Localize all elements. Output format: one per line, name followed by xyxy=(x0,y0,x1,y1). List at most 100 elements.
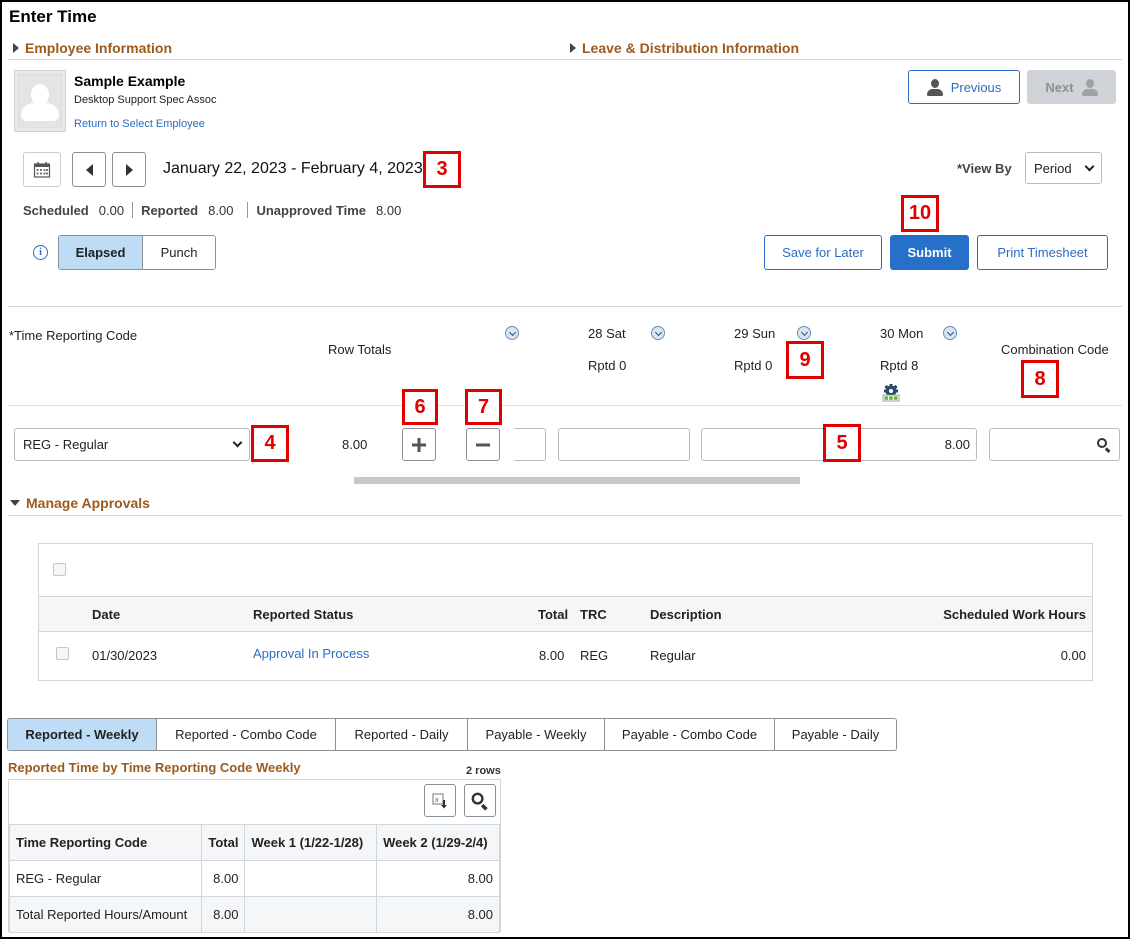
annotation-marker: 3 xyxy=(423,151,461,188)
trc-column-header: *Time Reporting Code xyxy=(9,328,138,343)
row-count: 2 rows xyxy=(466,765,501,777)
annotation-marker: 9 xyxy=(786,341,824,379)
view-by-select[interactable]: Period xyxy=(1025,152,1102,184)
weekly-grid: x Time Reporting Code Total Week 1 (1/22… xyxy=(8,779,501,933)
row-checkbox[interactable] xyxy=(56,647,69,660)
reported-label: Reported xyxy=(141,202,199,218)
svg-text:x: x xyxy=(435,797,439,804)
col-total: Total xyxy=(538,607,569,622)
day-options-chevron-icon[interactable] xyxy=(943,326,957,340)
leave-distribution-label: Leave & Distribution Information xyxy=(582,40,800,56)
find-button[interactable] xyxy=(464,784,496,817)
cell-total: 8.00 xyxy=(201,896,246,933)
submit-button[interactable]: Submit xyxy=(890,235,969,270)
col-week-1: Week 1 (1/22-1/28) xyxy=(244,824,378,861)
print-timesheet-button[interactable]: Print Timesheet xyxy=(977,235,1108,270)
plus-icon xyxy=(412,437,426,452)
table-row-total: Total Reported Hours/Amount 8.00 8.00 xyxy=(8,896,500,933)
table-row: REG - Regular 8.00 8.00 xyxy=(8,860,500,897)
export-excel-button[interactable]: x xyxy=(424,784,456,817)
row-trc: REG xyxy=(580,648,609,663)
employee-information-toggle[interactable]: Employee Information xyxy=(13,40,172,56)
reported-status-link[interactable]: Approval In Process xyxy=(253,646,369,661)
horizontal-scrollbar[interactable] xyxy=(354,477,800,484)
elapsed-option[interactable]: Elapsed xyxy=(59,236,143,269)
unapproved-label: Unapproved Time xyxy=(256,202,366,218)
annotation-marker: 10 xyxy=(901,195,939,232)
tab-payable-daily[interactable]: Payable - Daily xyxy=(775,719,896,750)
trc-select[interactable]: REG - Regular xyxy=(14,428,250,461)
summary-tabs: Reported - Weekly Reported - Combo Code … xyxy=(7,718,897,751)
trc-select-value: REG - Regular xyxy=(23,437,109,452)
person-placeholder-icon xyxy=(18,74,62,128)
day-reported-sat: Rptd 0 xyxy=(588,358,627,373)
punch-option[interactable]: Punch xyxy=(143,236,215,269)
schedule-gear-icon[interactable] xyxy=(881,384,901,402)
chevron-down-icon xyxy=(1084,161,1095,171)
annotation-marker: 6 xyxy=(402,389,438,425)
delete-row-button[interactable] xyxy=(466,428,500,461)
col-total: Total xyxy=(201,824,246,861)
reported-value: 8.00 xyxy=(208,202,234,218)
day-options-chevron-icon[interactable] xyxy=(505,326,519,340)
combination-code-input[interactable] xyxy=(989,428,1120,461)
expand-triangle-icon xyxy=(13,43,19,53)
tab-payable-weekly[interactable]: Payable - Weekly xyxy=(468,719,605,750)
col-description: Description xyxy=(650,607,722,622)
scheduled-label: Scheduled xyxy=(23,202,89,218)
day-header-sat: 28 Sat xyxy=(588,326,626,341)
annotation-marker: 7 xyxy=(465,389,502,425)
employee-avatar xyxy=(14,70,66,132)
view-by-label: *View By xyxy=(957,161,1012,176)
cell-week-1 xyxy=(244,860,378,897)
day-options-chevron-icon[interactable] xyxy=(651,326,665,340)
employee-information-label: Employee Information xyxy=(25,40,173,56)
weekly-grid-title: Reported Time by Time Reporting Code Wee… xyxy=(8,760,301,775)
previous-period-button[interactable] xyxy=(72,152,106,187)
reporting-mode-toggle: Elapsed Punch xyxy=(58,235,216,270)
tab-reported-weekly[interactable]: Reported - Weekly xyxy=(8,719,157,750)
add-row-button[interactable] xyxy=(402,428,436,461)
time-summary: Scheduled 0.00 Reported 8.00 Unapproved … xyxy=(23,202,401,218)
employee-job-title: Desktop Support Spec Assoc xyxy=(74,94,217,106)
return-to-select-employee-link[interactable]: Return to Select Employee xyxy=(74,118,205,130)
annotation-marker: 5 xyxy=(823,424,861,462)
combination-code-header: Combination Code xyxy=(1001,342,1109,357)
day-reported-mon: Rptd 8 xyxy=(880,358,919,373)
view-by-value: Period xyxy=(1034,160,1072,176)
search-icon[interactable] xyxy=(1097,437,1111,453)
row-total-value: 8.00 xyxy=(342,437,368,452)
select-all-checkbox[interactable] xyxy=(53,563,66,576)
info-icon[interactable]: i xyxy=(33,245,48,260)
next-label: Next xyxy=(1045,79,1074,95)
row-scheduled-hours: 0.00 xyxy=(1060,648,1086,663)
next-employee-button[interactable]: Next xyxy=(1027,70,1116,104)
day-options-chevron-icon[interactable] xyxy=(797,326,811,340)
cell-week-2: 8.00 xyxy=(376,860,500,897)
tab-payable-combo-code[interactable]: Payable - Combo Code xyxy=(605,719,775,750)
cell-week-2: 8.00 xyxy=(376,896,500,933)
tab-reported-combo-code[interactable]: Reported - Combo Code xyxy=(157,719,336,750)
previous-employee-button[interactable]: Previous xyxy=(908,70,1020,104)
excel-download-icon: x xyxy=(432,793,447,808)
next-period-button[interactable] xyxy=(112,152,146,187)
manage-approvals-label: Manage Approvals xyxy=(26,495,150,511)
previous-label: Previous xyxy=(950,79,1002,95)
cell-week-1 xyxy=(244,896,378,933)
col-reported-status: Reported Status xyxy=(253,607,354,622)
unapproved-value: 8.00 xyxy=(376,202,402,218)
day-hours-input-fri[interactable] xyxy=(514,428,546,461)
scheduled-value: 0.00 xyxy=(98,202,125,218)
row-total: 8.00 xyxy=(539,648,565,663)
tab-reported-daily[interactable]: Reported - Daily xyxy=(336,719,468,750)
calendar-button[interactable] xyxy=(23,152,61,187)
divider xyxy=(8,515,1122,516)
leave-distribution-toggle[interactable]: Leave & Distribution Information xyxy=(570,40,799,56)
divider xyxy=(8,59,1122,60)
day-header-sun: 29 Sun xyxy=(734,326,776,341)
table-header-row: Time Reporting Code Total Week 1 (1/22-1… xyxy=(8,824,500,861)
cell-trc: Total Reported Hours/Amount xyxy=(8,896,203,933)
day-hours-input-sat[interactable] xyxy=(558,428,690,461)
save-for-later-button[interactable]: Save for Later xyxy=(764,235,882,270)
manage-approvals-toggle[interactable]: Manage Approvals xyxy=(10,495,150,511)
